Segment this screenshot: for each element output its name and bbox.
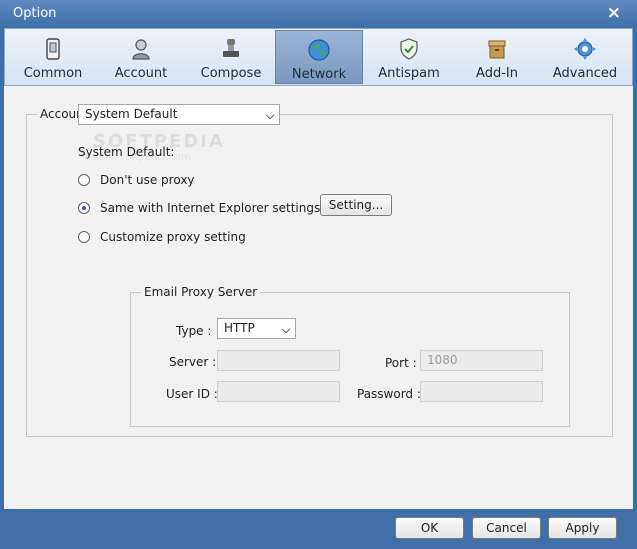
user-icon — [132, 39, 150, 60]
account-select-value: System Default — [85, 107, 178, 121]
shield-icon — [400, 38, 418, 60]
tab-label: Account — [114, 66, 168, 81]
cancel-button[interactable]: Cancel — [472, 517, 541, 539]
port-label: Port : — [385, 356, 417, 370]
tab-label: Advanced — [552, 66, 618, 81]
chevron-down-icon — [265, 110, 275, 120]
email-proxy-server-group: Email Proxy Server Type : HTTP Server : … — [130, 285, 570, 427]
radio-label: Same with Internet Explorer settings — [100, 201, 321, 215]
password-label: Password : — [357, 387, 421, 401]
user-id-input[interactable] — [217, 381, 340, 402]
apply-button[interactable]: Apply — [548, 517, 617, 539]
gear-icon — [574, 38, 596, 60]
window-title: Option — [13, 6, 57, 21]
title-bar: Option × — [0, 0, 637, 28]
tab-common[interactable]: Common — [9, 30, 97, 84]
port-input[interactable]: 1080 — [420, 350, 543, 371]
dialog-button-bar: OK Cancel Apply — [0, 509, 637, 549]
close-icon[interactable]: × — [607, 4, 621, 22]
chevron-down-icon — [281, 324, 291, 334]
radio-label: Don't use proxy — [100, 173, 195, 187]
phone-icon — [46, 38, 60, 60]
tab-label: Antispam — [378, 66, 440, 81]
tab-network[interactable]: Network — [275, 30, 363, 84]
tab-add-in[interactable]: Add-In — [453, 30, 541, 84]
tab-advanced[interactable]: Advanced — [541, 30, 629, 84]
tab-compose[interactable]: Compose — [187, 30, 275, 84]
type-label: Type : — [176, 324, 212, 338]
proxy-type-select[interactable]: HTTP — [217, 318, 296, 339]
stamp-icon — [223, 39, 239, 57]
option-window: Option × Common Account Compose Network … — [0, 0, 637, 549]
tab-account[interactable]: Account — [97, 30, 185, 84]
tab-label: Add-In — [476, 66, 518, 81]
tab-label: Compose — [200, 66, 262, 81]
user-id-label: User ID : — [166, 387, 218, 401]
password-input[interactable] — [420, 381, 543, 402]
globe-icon — [308, 39, 330, 61]
radio-same-ie[interactable] — [78, 202, 90, 214]
ok-button[interactable]: OK — [395, 517, 464, 539]
radio-label: Customize proxy setting — [100, 230, 246, 244]
server-label: Server : — [169, 355, 217, 369]
setting-button[interactable]: Setting... — [320, 194, 392, 216]
account-group: Accour System Default SOFTPEDIA www.soft… — [26, 104, 613, 437]
tab-label: Common — [23, 66, 83, 81]
radio-customize-proxy[interactable] — [78, 231, 90, 243]
tab-label: Network — [291, 67, 347, 82]
toolbar: Common Account Compose Network Antispam … — [4, 28, 633, 86]
tab-antispam[interactable]: Antispam — [365, 30, 453, 84]
network-settings-panel: Accour System Default SOFTPEDIA www.soft… — [4, 86, 633, 509]
email-proxy-server-title: Email Proxy Server — [141, 285, 261, 299]
system-default-label: System Default: — [78, 145, 175, 159]
box-icon — [488, 40, 506, 59]
radio-dont-use-proxy[interactable] — [78, 174, 90, 186]
server-input[interactable] — [217, 350, 340, 371]
proxy-type-value: HTTP — [224, 321, 255, 335]
account-select[interactable]: System Default — [78, 104, 280, 125]
